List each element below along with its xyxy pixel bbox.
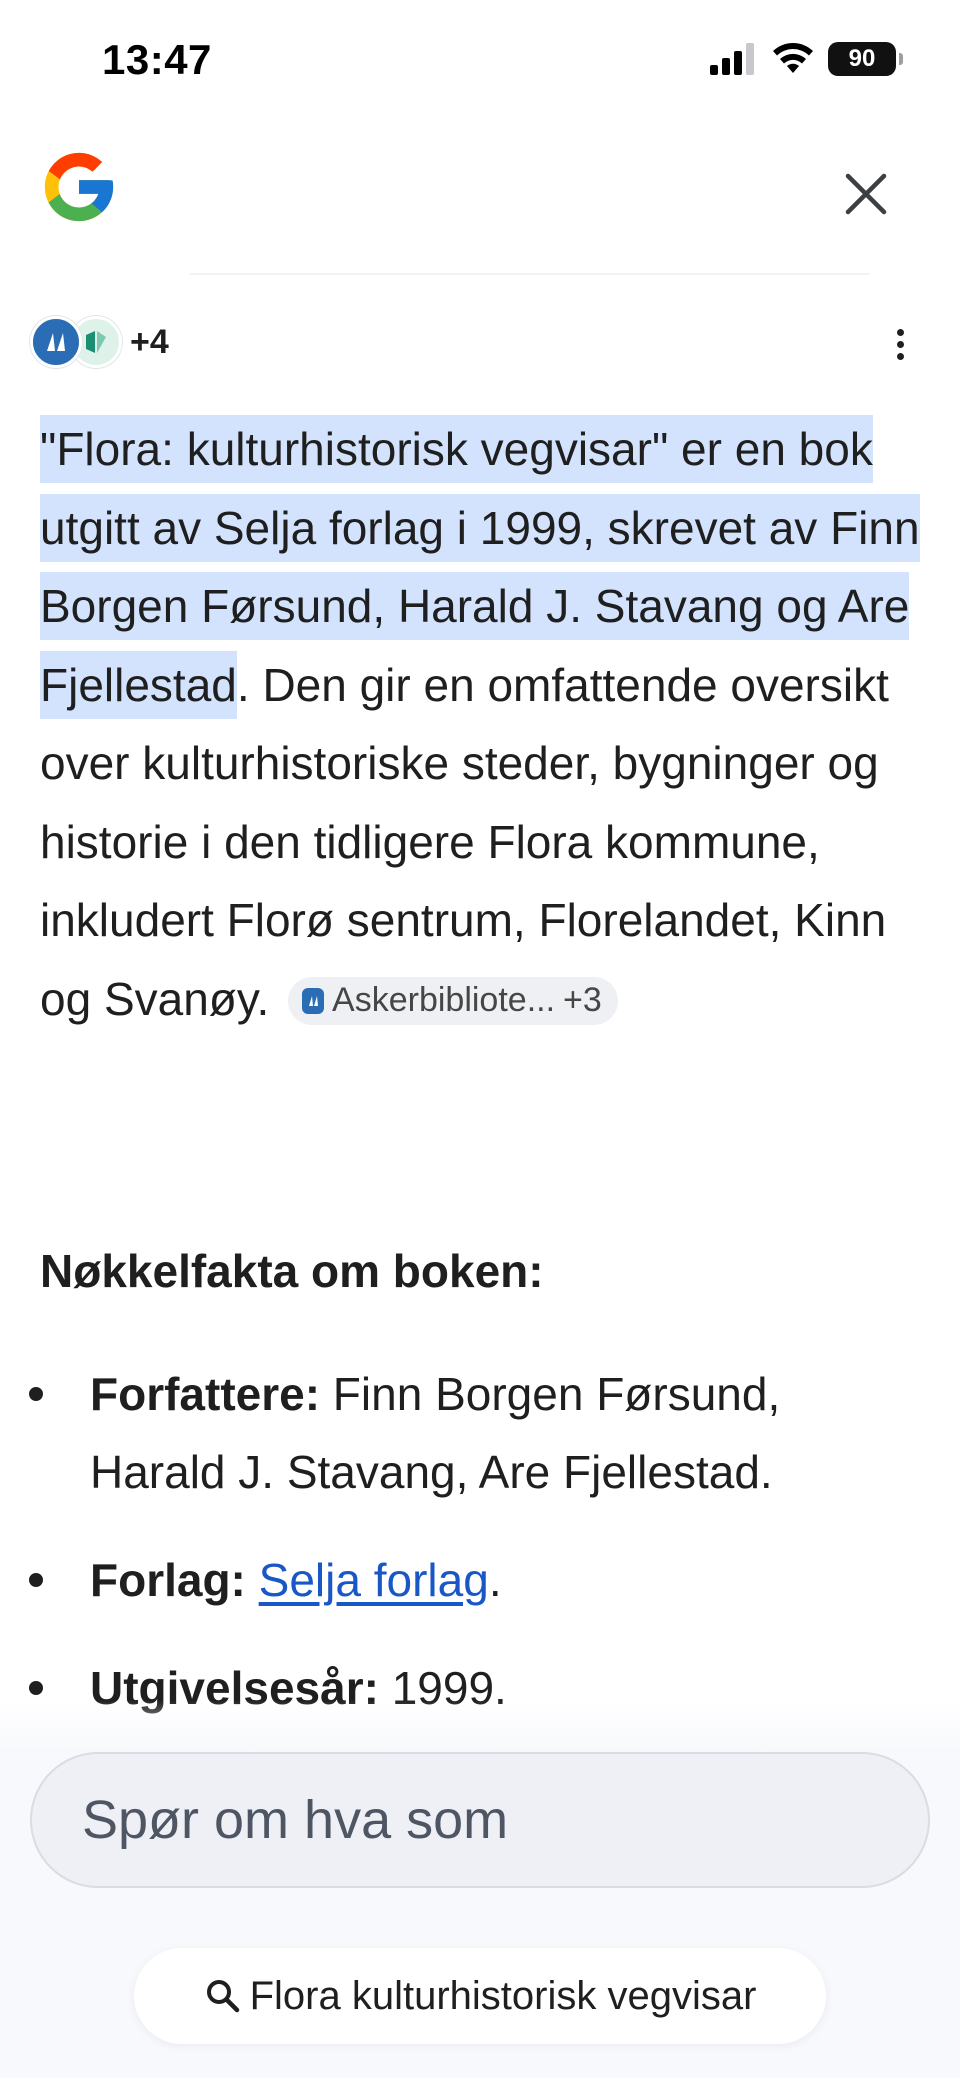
header-divider — [190, 273, 870, 275]
key-facts-title: Nøkkelfakta om boken: — [40, 1245, 544, 1297]
google-ai-answer-screen: 13:47 90 +4 "Flora: kulturhistorisk vegv… — [0, 0, 960, 2078]
citation-chip[interactable]: Askerbibliote... +3 — [288, 976, 618, 1025]
bullet-icon — [29, 1573, 43, 1587]
google-logo — [44, 152, 114, 222]
cellular-signal-icon — [710, 43, 754, 75]
publisher-link[interactable]: Selja forlag — [259, 1554, 489, 1606]
close-icon — [845, 173, 887, 215]
status-bar: 13:47 90 — [0, 0, 960, 120]
status-icons: 90 — [710, 42, 903, 76]
bullet-icon — [29, 1681, 43, 1695]
dot — [896, 340, 904, 348]
ask-placeholder: Spør om hva som — [82, 1790, 509, 1850]
bullet-icon — [29, 1387, 43, 1401]
list-item: Forfattere: Finn Borgen Førsund, Harald … — [0, 1355, 960, 1511]
ai-answer-paragraph: "Flora: kulturhistorisk vegvisar" er en … — [40, 410, 930, 1038]
library-source-icon — [30, 316, 82, 368]
more-options-button[interactable] — [880, 318, 920, 370]
sources-count: +4 — [130, 322, 169, 361]
search-icon — [206, 1980, 239, 2013]
search-query-text: Flora kulturhistorisk vegvisar — [249, 1973, 757, 2018]
dot — [896, 328, 904, 336]
dot — [896, 352, 904, 360]
list-item: Forlag: Selja forlag. — [0, 1541, 960, 1619]
fact-value: . — [488, 1554, 502, 1606]
wifi-icon — [773, 43, 813, 73]
status-time: 13:47 — [102, 36, 212, 83]
key-facts-list: Forfattere: Finn Borgen Førsund, Harald … — [0, 1355, 960, 1727]
search-query-pill[interactable]: Flora kulturhistorisk vegvisar — [134, 1948, 826, 2044]
sources-button[interactable]: +4 — [30, 314, 169, 370]
citation-source: Askerbibliote... — [332, 981, 556, 1020]
citation-more: +3 — [563, 981, 602, 1020]
battery-icon: 90 — [828, 42, 903, 76]
close-button[interactable] — [836, 164, 896, 224]
library-source-icon — [302, 987, 325, 1014]
answer-period: . — [236, 658, 250, 711]
fact-label: Forfattere: — [90, 1368, 321, 1420]
fact-label: Forlag: — [90, 1554, 246, 1606]
ask-anything-input[interactable]: Spør om hva som — [30, 1752, 930, 1888]
